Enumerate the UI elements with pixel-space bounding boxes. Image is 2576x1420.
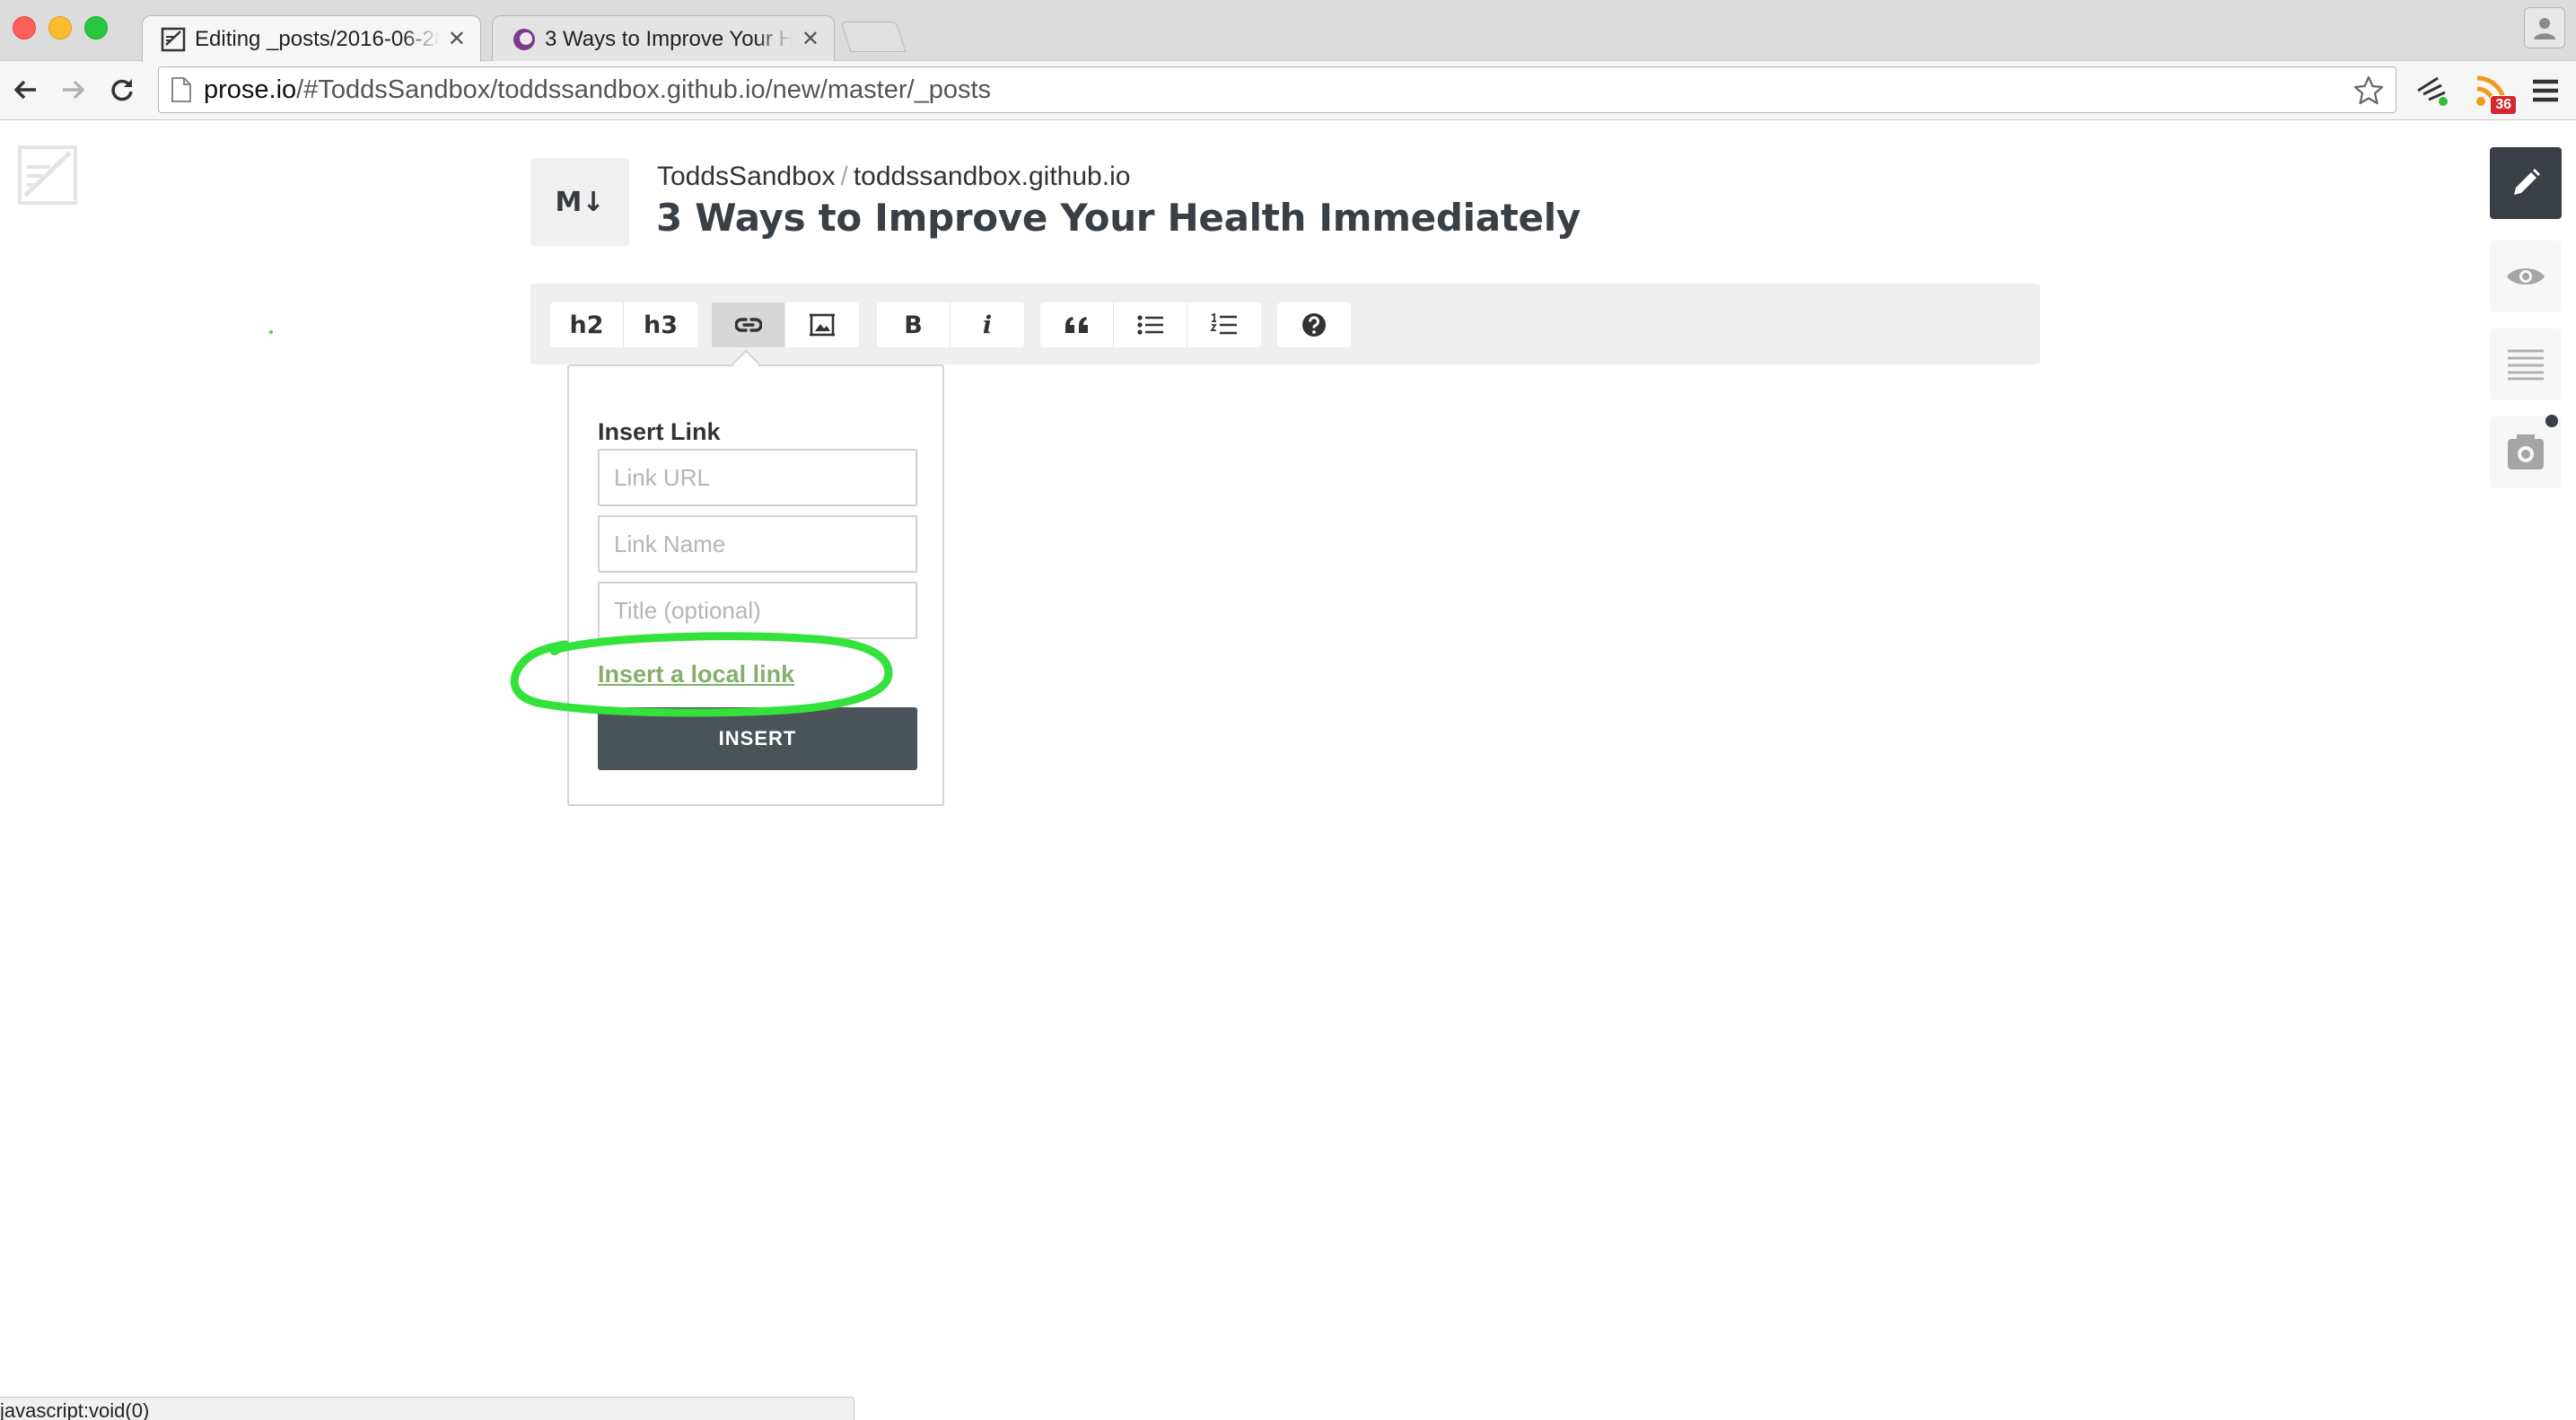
- arrow-right-icon: [63, 80, 84, 100]
- close-icon[interactable]: ✕: [802, 26, 819, 52]
- minimize-window-button[interactable]: [48, 16, 72, 39]
- insert-link-dialog: Insert Link Insert a local link INSERT: [567, 364, 944, 806]
- media-button-group: [712, 302, 859, 347]
- notification-count-badge: 36: [2490, 95, 2517, 115]
- insert-link-button[interactable]: [712, 302, 785, 347]
- bullet-list-button[interactable]: [1114, 302, 1187, 347]
- site-favicon-icon: [513, 28, 535, 50]
- h2-button[interactable]: h2: [550, 302, 624, 347]
- extension-button[interactable]: [2411, 70, 2454, 111]
- bookmark-star-icon[interactable]: [2353, 75, 2385, 107]
- page-icon: [171, 77, 191, 102]
- annotation-dot: [269, 330, 273, 334]
- browser-tabstrip: Editing _posts/2016-06-28 ✕ 3 Ways to Im…: [0, 0, 2576, 62]
- edit-mode-button[interactable]: [2490, 147, 2562, 219]
- extension-icon: [2417, 76, 2448, 106]
- close-window-button[interactable]: [13, 16, 36, 39]
- insert-image-button[interactable]: [785, 302, 859, 347]
- eye-icon: [2507, 268, 2545, 285]
- browser-status-bar: javascript:void(0): [0, 1397, 854, 1420]
- tab-health-article[interactable]: 3 Ways to Improve Your Health ✕: [492, 15, 835, 62]
- close-icon[interactable]: ✕: [448, 26, 466, 52]
- metadata-button[interactable]: [2490, 329, 2562, 400]
- help-icon: [1302, 313, 1326, 337]
- breadcrumb: ToddsSandbox / toddssandbox.github.io: [657, 162, 1130, 192]
- h3-button[interactable]: h3: [624, 302, 697, 347]
- address-bar[interactable]: prose.io/#ToddsSandbox/toddssandbox.gith…: [158, 66, 2396, 113]
- format-button-group: B i: [877, 302, 1024, 347]
- block-button-group: [1040, 302, 1261, 347]
- list-lines-icon: [2508, 349, 2544, 381]
- prose-favicon-icon: [161, 27, 186, 51]
- insert-button[interactable]: INSERT: [598, 707, 917, 770]
- quote-icon: [1065, 317, 1088, 333]
- page: Editing _posts/2016-06-28 ✕ 3 Ways to Im…: [0, 0, 2576, 1420]
- breadcrumb-repo[interactable]: toddssandbox.github.io: [854, 162, 1131, 191]
- new-tab-button[interactable]: [840, 22, 907, 52]
- page-title[interactable]: 3 Ways to Improve Your Health Immediatel…: [656, 196, 1581, 240]
- prose-logo-icon[interactable]: [16, 144, 81, 208]
- url-path: /#ToddsSandbox/toddssandbox.github.io/ne…: [296, 75, 992, 104]
- rss-extension-button[interactable]: 36: [2470, 70, 2517, 115]
- bullet-list-icon: [1136, 315, 1163, 335]
- unsaved-indicator: [2545, 415, 2558, 427]
- insert-local-link[interactable]: Insert a local link: [598, 661, 794, 688]
- bold-button[interactable]: B: [877, 302, 951, 347]
- save-camera-icon: [2508, 434, 2544, 469]
- blockquote-button[interactable]: [1040, 302, 1114, 347]
- tab-editing-post[interactable]: Editing _posts/2016-06-28 ✕: [142, 15, 481, 62]
- markdown-badge-icon: M↓: [530, 158, 629, 246]
- link-icon: [734, 318, 762, 332]
- breadcrumb-separator: /: [840, 162, 848, 191]
- numbered-list-icon: [1210, 313, 1237, 335]
- maximize-window-button[interactable]: [84, 16, 108, 39]
- numbered-list-button[interactable]: [1187, 302, 1261, 347]
- image-icon: [810, 313, 835, 337]
- link-url-input[interactable]: [598, 449, 917, 506]
- person-icon: [2534, 18, 2555, 39]
- url-host: prose.io: [204, 75, 297, 104]
- preview-button[interactable]: [2490, 241, 2562, 312]
- editor-toolbar: h2 h3 B i: [530, 284, 2040, 364]
- browser-toolbar: prose.io/#ToddsSandbox/toddssandbox.gith…: [0, 61, 2576, 120]
- link-title-input[interactable]: [598, 582, 917, 639]
- hamburger-menu-icon: [2533, 79, 2558, 102]
- link-name-input[interactable]: [598, 515, 917, 573]
- heading-button-group: h2 h3: [550, 302, 697, 347]
- pencil-icon: [2514, 169, 2540, 195]
- back-button[interactable]: [7, 72, 43, 108]
- arrow-left-icon: [14, 80, 36, 100]
- help-button[interactable]: [1277, 302, 1351, 347]
- tab-title: Editing _posts/2016-06-28: [195, 26, 439, 51]
- tab-title: 3 Ways to Improve Your Health: [545, 26, 793, 51]
- forward-button[interactable]: [56, 72, 92, 108]
- help-button-group: [1277, 302, 1351, 347]
- profile-button[interactable]: [2524, 7, 2565, 48]
- browser-menu-button[interactable]: [2524, 70, 2567, 111]
- dialog-title: Insert Link: [598, 418, 721, 445]
- italic-button[interactable]: i: [951, 302, 1024, 347]
- breadcrumb-owner[interactable]: ToddsSandbox: [657, 162, 836, 191]
- reload-icon: [111, 79, 133, 101]
- reload-button[interactable]: [104, 72, 140, 108]
- save-button[interactable]: [2490, 415, 2562, 488]
